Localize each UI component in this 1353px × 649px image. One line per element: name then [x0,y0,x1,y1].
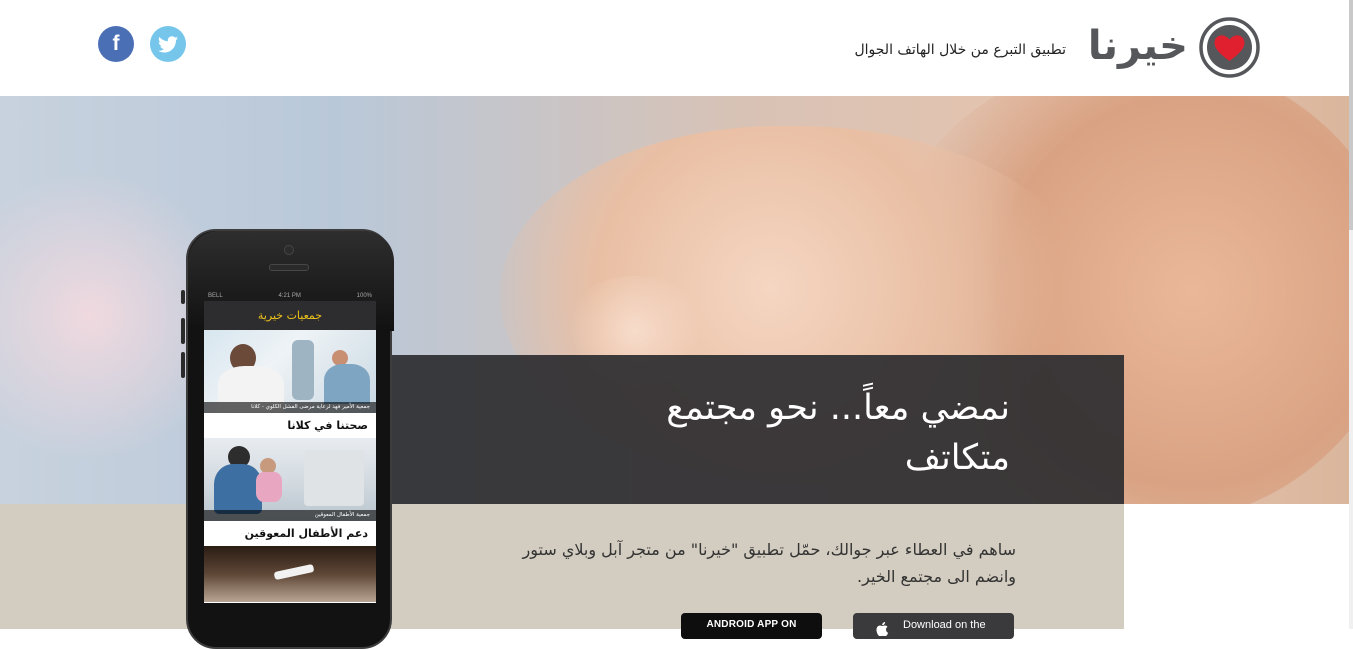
logo-wordmark[interactable]: خيرنا [1078,22,1188,70]
page-scrollbar[interactable] [1349,0,1353,629]
charity-card-caption: جمعية الأمير فهد لرعاية مرضى الفشل الكلو… [204,402,376,413]
google-play-label: ANDROID APP ON [706,619,797,630]
facebook-icon: f [112,32,120,55]
hero-headline: نمضي معاً... نحو مجتمع متكاتف [666,388,1010,478]
charity-card-image: جمعية الأمير فهد لرعاية مرضى الفشل الكلو… [204,330,376,413]
phone-status-bar: BELL 4:21 PM 100% [204,292,376,301]
charity-card-title[interactable]: دعم الأطفال المعوقين [204,521,376,546]
status-battery: 100% [356,293,372,299]
apple-icon [876,622,889,636]
status-carrier: BELL [208,293,223,299]
app-store-label: Download on the [903,619,986,631]
phone-camera [284,245,294,255]
site-header: f تطبيق التبرع من خلال الهاتف الجوال خير… [0,0,1353,96]
app-title: جمعيات خيرية [257,309,323,322]
heart-logo-icon[interactable] [1199,17,1260,78]
status-time: 4:21 PM [278,293,301,299]
charity-card-title[interactable]: صحتنا في كلانا [204,413,376,438]
phone-volume-down [181,352,185,378]
charity-card-image [204,546,376,602]
facebook-button[interactable]: f [98,26,134,62]
app-title-bar: جمعيات خيرية [204,301,376,330]
twitter-button[interactable] [150,26,186,62]
app-store-button[interactable]: Download on the [853,613,1014,639]
charity-card-image: جمعية الأطفال المعوقين [204,438,376,521]
scrollbar-thumb[interactable] [1349,0,1353,230]
google-play-button[interactable]: ANDROID APP ON [681,613,822,639]
hero-description: ساهم في العطاء عبر جوالك، حمّل تطبيق "خي… [522,540,1017,586]
phone-screen: BELL 4:21 PM 100% جمعيات خيرية جمعية الأ… [204,292,376,603]
phone-volume-up [181,318,185,344]
charity-card-caption: جمعية الأطفال المعوقين [204,510,376,521]
phone-speaker [269,264,309,271]
site-tagline: تطبيق التبرع من خلال الهاتف الجوال [854,42,1066,58]
twitter-icon [158,35,178,52]
phone-mute-switch [181,290,185,304]
